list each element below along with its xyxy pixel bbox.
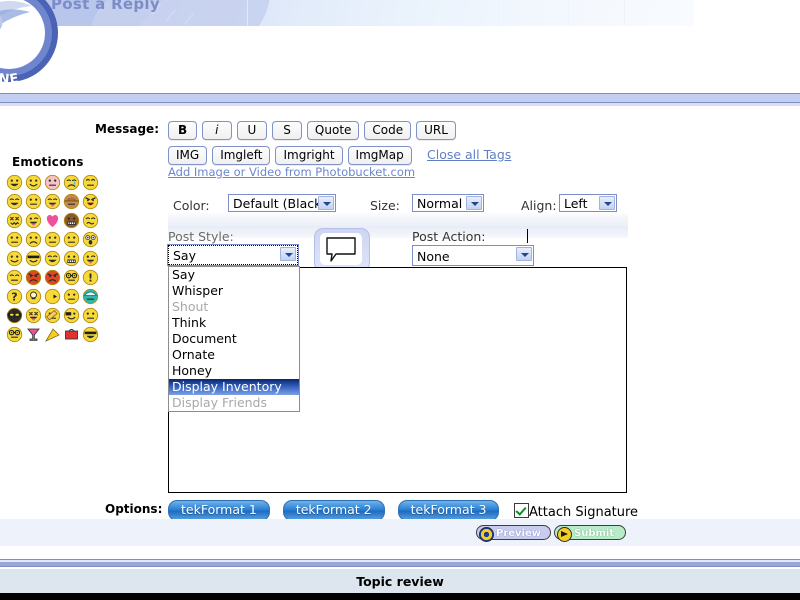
align-label: Align:: [521, 198, 557, 213]
code-button[interactable]: Code: [364, 121, 412, 140]
submit-button-label: Submit: [574, 528, 615, 539]
submit-band: [0, 519, 800, 546]
post-style-select[interactable]: Say: [167, 244, 299, 266]
preview-icon: [479, 527, 494, 542]
attach-signature-checkbox[interactable]: [514, 503, 529, 518]
post-style-option[interactable]: Ornate: [169, 347, 299, 363]
topic-review-label: Topic review: [356, 573, 444, 589]
post-action-label: Post Action:: [412, 229, 486, 244]
bottom-black-bar: [0, 593, 800, 600]
color-select-value: Default (Black): [233, 196, 327, 211]
size-select[interactable]: Normal: [412, 194, 484, 212]
url-button[interactable]: URL: [416, 121, 456, 140]
color-label: Color:: [173, 198, 210, 213]
page-title: Post a Reply: [51, 0, 160, 13]
bold-button[interactable]: B: [168, 121, 198, 140]
chevron-down-icon: [318, 196, 334, 210]
close-all-tags-link[interactable]: Close all Tags: [427, 147, 511, 162]
post-action-select[interactable]: None: [412, 245, 534, 266]
italic-button[interactable]: i: [202, 121, 232, 140]
quote-button[interactable]: Quote: [306, 121, 360, 140]
size-select-value: Normal: [417, 196, 463, 211]
imgright-button[interactable]: Imgright: [275, 146, 343, 165]
post-style-option[interactable]: Say: [169, 267, 299, 283]
submit-arrow-icon: [557, 527, 572, 542]
site-logo[interactable]: ONLINE: [0, 0, 64, 88]
imgmap-button[interactable]: ImgMap: [347, 146, 412, 165]
speech-bubble-icon[interactable]: [314, 228, 370, 272]
post-style-dropdown-list[interactable]: Say Whisper Shout Think Document Ornate Honey D…: [168, 266, 300, 412]
attach-signature-control[interactable]: Attach Signature: [514, 501, 638, 520]
color-select[interactable]: Default (Black): [228, 194, 336, 212]
tekformat-1-button[interactable]: tekFormat 1: [168, 500, 270, 521]
text-caret: [527, 229, 528, 243]
photobucket-link[interactable]: Add Image or Video from Photobucket.com: [168, 165, 415, 179]
chevron-down-icon: [280, 247, 296, 261]
chevron-down-icon: [516, 247, 532, 261]
tag-buttons-row-2: IMG Imgleft Imgright ImgMap: [168, 144, 417, 165]
img-button[interactable]: IMG: [168, 146, 208, 165]
chevron-down-icon: [599, 196, 615, 210]
topic-review-header: Topic review: [0, 569, 800, 593]
imgleft-button[interactable]: Imgleft: [212, 146, 271, 165]
post-style-label: Post Style:: [168, 229, 234, 244]
tekformat-3-button[interactable]: tekFormat 3: [397, 500, 500, 521]
post-style-option[interactable]: Display Inventory: [169, 379, 299, 395]
footer-divider: [0, 559, 800, 569]
attach-signature-label: Attach Signature: [529, 505, 639, 520]
post-style-option: Display Friends: [172, 395, 268, 410]
post-style-select-value: Say: [173, 248, 196, 263]
post-style-option: Shout: [172, 299, 209, 314]
preview-button[interactable]: Preview: [476, 525, 551, 542]
underline-button[interactable]: U: [236, 121, 268, 140]
options-label: Options:: [105, 502, 163, 516]
size-label: Size:: [370, 198, 400, 213]
tag-buttons-row-1: Bi U S Quote Code URL: [168, 119, 461, 140]
banner-separator: [498, 0, 499, 26]
align-select[interactable]: Left: [559, 194, 617, 212]
submit-button[interactable]: Submit: [554, 525, 626, 542]
strike-button[interactable]: S: [272, 121, 302, 140]
preview-button-label: Preview: [496, 528, 542, 539]
post-action-select-value: None: [417, 249, 450, 264]
post-style-option[interactable]: Honey: [169, 363, 299, 379]
speech-bubble-icon-inner: [320, 233, 362, 265]
post-style-option[interactable]: Think: [169, 315, 299, 331]
header-divider: [0, 93, 800, 106]
post-reply-page: Post a Reply ONLINE Emoticons !? Message…: [0, 0, 800, 600]
banner-separator: [568, 0, 569, 26]
format-options-band-shadow: [168, 226, 628, 238]
format-buttons-row: tekFormat 1 tekFormat 2 tekFormat 3: [168, 499, 512, 521]
message-label: Message:: [95, 122, 159, 136]
banner-separator: [247, 0, 248, 26]
chevron-down-icon: [466, 196, 482, 210]
post-style-option[interactable]: Document: [169, 331, 299, 347]
banner-separator: [373, 0, 374, 26]
align-select-value: Left: [564, 196, 588, 211]
banner-separator: [624, 0, 625, 26]
post-style-option[interactable]: Whisper: [169, 283, 299, 299]
tekformat-2-button[interactable]: tekFormat 2: [282, 500, 385, 521]
